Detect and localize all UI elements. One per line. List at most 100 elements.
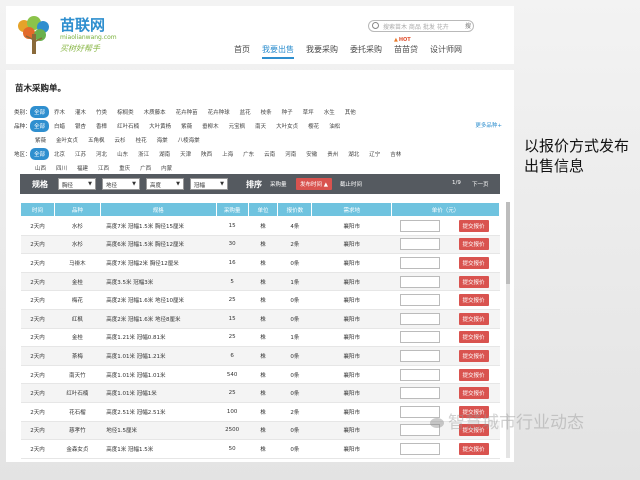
select-ground-diameter[interactable]: 地径 ▼ <box>102 178 140 190</box>
filter-variety-option[interactable]: 白蜡 <box>49 120 70 132</box>
price-input[interactable] <box>399 312 440 325</box>
filter-variety-option[interactable]: 海棠 <box>152 134 173 146</box>
filter-variety-option[interactable]: 全部 <box>30 120 50 132</box>
search-input[interactable]: 搜索苗木 商品 批发 花卉 <box>383 22 449 31</box>
filter-region-option[interactable]: 广西 <box>135 162 156 174</box>
filter-variety-option[interactable]: 垂柳木 <box>197 120 224 132</box>
filter-variety-option[interactable]: 油松 <box>324 120 345 132</box>
site-logo[interactable]: 苗联网 miaolianwang.com 买树好帮手 <box>10 12 130 58</box>
filter-category-option[interactable]: 水生 <box>319 106 340 118</box>
filter-region-option[interactable]: 江苏 <box>70 148 91 160</box>
filter-category-option[interactable]: 灌木 <box>70 106 91 118</box>
price-input[interactable] <box>399 256 440 269</box>
filter-variety-option[interactable]: 八棱海棠 <box>173 134 205 146</box>
sort-by-quantity[interactable]: 采购量 <box>270 180 287 188</box>
submit-quote-button[interactable]: 提交报价 <box>458 331 489 344</box>
filter-variety-option[interactable]: 五角枫 <box>83 134 110 146</box>
filter-category-option[interactable]: 其他 <box>340 106 361 118</box>
filter-region-option[interactable]: 湖南 <box>154 148 175 160</box>
nav-designer[interactable]: 设计师网 <box>424 44 468 55</box>
price-input[interactable] <box>399 349 440 362</box>
filter-variety-option[interactable]: 红叶石楠 <box>112 120 144 132</box>
search-box[interactable]: 搜索苗木 商品 批发 花卉 搜 <box>368 20 474 32</box>
filter-category-option[interactable]: 全部 <box>30 106 50 118</box>
filter-variety-option[interactable]: 香樟 <box>91 120 112 132</box>
submit-quote-button[interactable]: 提交报价 <box>458 387 489 400</box>
nav-buy[interactable]: 我要采购 <box>300 44 344 55</box>
search-button[interactable]: 搜 <box>465 21 479 31</box>
nav-loan[interactable]: 苗苗贷 <box>388 44 424 55</box>
price-input[interactable] <box>399 219 440 232</box>
filter-category-option[interactable]: 乔木 <box>49 106 70 118</box>
filter-category-option[interactable]: 盆花 <box>235 106 256 118</box>
filter-variety-option[interactable]: 大叶黄杨 <box>144 120 176 132</box>
filter-region-option[interactable]: 云南 <box>259 148 280 160</box>
filter-region-option[interactable]: 天津 <box>175 148 196 160</box>
filter-category-option[interactable]: 花卉种苗 <box>171 106 203 118</box>
filter-region-option[interactable]: 安徽 <box>301 148 322 160</box>
submit-quote-button[interactable]: 提交报价 <box>458 256 489 269</box>
filter-category-option[interactable]: 木质藤本 <box>139 106 171 118</box>
price-input[interactable] <box>399 368 440 381</box>
sort-by-publish-time[interactable]: 发布时间 ▲ <box>296 178 332 190</box>
filter-region-option[interactable]: 四川 <box>51 162 72 174</box>
filter-region-option[interactable]: 广东 <box>238 148 259 160</box>
nav-home[interactable]: 首页 <box>228 44 256 55</box>
filter-category-option[interactable]: 花卉种球 <box>203 106 235 118</box>
submit-quote-button[interactable]: 提交报价 <box>458 349 489 362</box>
filter-variety-option[interactable]: 银杏 <box>70 120 91 132</box>
filter-region-option[interactable]: 陕西 <box>196 148 217 160</box>
filter-region-option[interactable]: 江西 <box>93 162 114 174</box>
select-height[interactable]: 高度 ▼ <box>146 178 184 190</box>
filter-variety-option[interactable]: 樱花 <box>303 120 324 132</box>
filter-variety-option[interactable]: 南天 <box>250 120 271 132</box>
select-crown[interactable]: 冠幅 ▼ <box>190 178 228 190</box>
submit-quote-button[interactable]: 提交报价 <box>458 238 489 251</box>
submit-quote-button[interactable]: 提交报价 <box>458 442 489 455</box>
price-input[interactable] <box>399 275 440 288</box>
filter-region-option[interactable]: 重庆 <box>114 162 135 174</box>
select-dbh[interactable]: 胸径 ▼ <box>58 178 96 190</box>
filter-category-option[interactable]: 草坪 <box>298 106 319 118</box>
filter-category-option[interactable]: 竹类 <box>91 106 112 118</box>
filter-region-option[interactable]: 福建 <box>72 162 93 174</box>
filter-region-option[interactable]: 全部 <box>30 148 50 160</box>
filter-variety-option[interactable]: 紫薇 <box>176 120 197 132</box>
filter-region-option[interactable]: 北京 <box>49 148 70 160</box>
filter-region-option[interactable]: 辽宁 <box>364 148 385 160</box>
next-page-link[interactable]: 下一页 <box>472 180 489 188</box>
filter-region-option[interactable]: 贵州 <box>322 148 343 160</box>
price-input[interactable] <box>399 442 440 455</box>
submit-quote-button[interactable]: 提交报价 <box>458 368 489 381</box>
filter-variety-option[interactable]: 云杉 <box>110 134 131 146</box>
price-input[interactable] <box>399 294 440 307</box>
price-input[interactable] <box>399 387 440 400</box>
submit-quote-button[interactable]: 提交报价 <box>458 312 489 325</box>
submit-quote-button[interactable]: 提交报价 <box>458 275 489 288</box>
filter-region-option[interactable]: 河北 <box>91 148 112 160</box>
submit-quote-button[interactable]: 提交报价 <box>458 294 489 307</box>
filter-variety-option[interactable]: 元宝枫 <box>224 120 251 132</box>
filter-category-option[interactable]: 种子 <box>277 106 298 118</box>
filter-region-option[interactable]: 内蒙 <box>156 162 177 174</box>
filter-category-option[interactable]: 棕榈类 <box>112 106 139 118</box>
filter-variety-option[interactable]: 大叶女贞 <box>271 120 303 132</box>
filter-variety-option[interactable]: 桂花 <box>131 134 152 146</box>
filter-category-option[interactable]: 枝条 <box>256 106 277 118</box>
scrollbar-thumb[interactable] <box>506 202 510 284</box>
filter-variety-option[interactable]: 金叶女贞 <box>51 134 83 146</box>
nav-entrust[interactable]: 委托采购 <box>344 44 388 55</box>
filter-region-option[interactable]: 河南 <box>280 148 301 160</box>
filter-region-option[interactable]: 吉林 <box>385 148 406 160</box>
filter-variety-option[interactable]: 紫薇 <box>30 134 51 146</box>
filter-region-option[interactable]: 浙江 <box>133 148 154 160</box>
price-input[interactable] <box>399 331 440 344</box>
price-input[interactable] <box>399 238 440 251</box>
filter-region-option[interactable]: 山东 <box>112 148 133 160</box>
more-varieties-link[interactable]: 更多品种+ <box>475 121 502 129</box>
filter-region-option[interactable]: 山西 <box>30 162 51 174</box>
filter-region-option[interactable]: 湖北 <box>343 148 364 160</box>
filter-region-option[interactable]: 上海 <box>217 148 238 160</box>
submit-quote-button[interactable]: 提交报价 <box>458 219 489 232</box>
nav-sell[interactable]: 我要出售 <box>256 44 300 59</box>
